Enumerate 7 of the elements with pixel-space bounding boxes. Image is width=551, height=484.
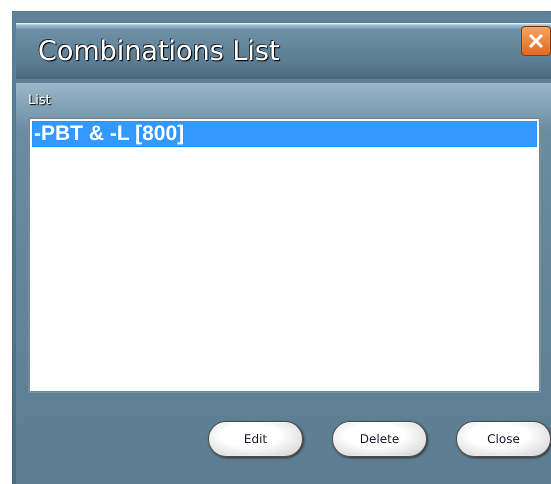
- dialog-button[interactable]: Edit: [208, 421, 303, 457]
- list-label: List: [28, 93, 52, 108]
- dialog-button[interactable]: Delete: [332, 421, 427, 457]
- close-button[interactable]: [521, 26, 551, 56]
- close-icon: [527, 32, 545, 50]
- window-title: Combinations List: [38, 36, 280, 66]
- dialog-button[interactable]: Close: [456, 421, 551, 457]
